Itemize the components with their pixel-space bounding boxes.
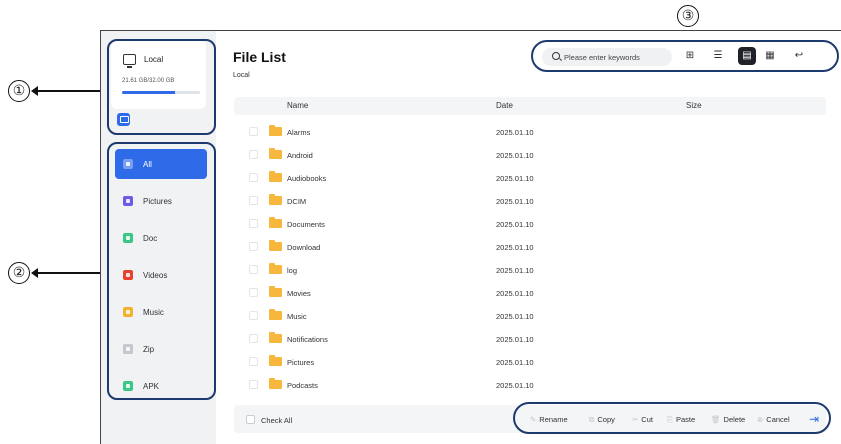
row-name: Documents (287, 220, 325, 229)
row-date: 2025.01.10 (496, 381, 534, 390)
row-name: Podcasts (287, 381, 318, 390)
row-checkbox[interactable] (249, 265, 258, 274)
row-date: 2025.01.10 (496, 312, 534, 321)
folder-icon (269, 309, 282, 320)
row-name: DCIM (287, 197, 307, 206)
folder-icon (269, 217, 282, 228)
row-name: Movies (287, 289, 311, 298)
row-date: 2025.01.10 (496, 266, 534, 275)
table-row[interactable]: Android 2025.01.10 (234, 143, 826, 166)
table-row[interactable]: Documents 2025.01.10 (234, 212, 826, 235)
annotation-outline-storage (107, 39, 216, 135)
annotation-arrow-1 (31, 86, 100, 96)
row-name: Pictures (287, 358, 315, 367)
column-date[interactable]: Date (496, 101, 513, 110)
folder-icon (269, 355, 282, 366)
row-checkbox[interactable] (249, 357, 258, 366)
row-date: 2025.01.10 (496, 128, 534, 137)
annotation-outline-toolbar (531, 40, 839, 72)
row-name: Music (287, 312, 307, 321)
table-row[interactable]: Movies 2025.01.10 (234, 281, 826, 304)
row-checkbox[interactable] (249, 196, 258, 205)
table-row[interactable]: Pictures 2025.01.10 (234, 350, 826, 373)
row-checkbox[interactable] (249, 242, 258, 251)
row-checkbox[interactable] (249, 311, 258, 320)
row-date: 2025.01.10 (496, 289, 534, 298)
folder-icon (269, 240, 282, 251)
annotation-marker-2: ② (8, 262, 30, 284)
row-checkbox[interactable] (249, 288, 258, 297)
table-row[interactable]: DCIM 2025.01.10 (234, 189, 826, 212)
check-all-label[interactable]: Check All (261, 416, 292, 425)
row-name: Download (287, 243, 321, 252)
main-panel: File List Local Please enter keywords ⊞ … (216, 31, 841, 444)
table-row[interactable]: log 2025.01.10 (234, 258, 826, 281)
table-row[interactable]: Music 2025.01.10 (234, 304, 826, 327)
table-row[interactable]: Podcasts 2025.01.10 (234, 373, 826, 396)
folder-icon (269, 171, 282, 182)
row-checkbox[interactable] (249, 380, 258, 389)
folder-icon (269, 194, 282, 205)
annotation-marker-1: ① (8, 80, 30, 102)
row-name: Audiobooks (287, 174, 327, 183)
column-name[interactable]: Name (287, 101, 308, 110)
table-row[interactable]: Notifications 2025.01.10 (234, 327, 826, 350)
row-checkbox[interactable] (249, 150, 258, 159)
table-header: Name Date Size (234, 97, 826, 115)
table-row[interactable]: Alarms 2025.01.10 (234, 120, 826, 143)
row-date: 2025.01.10 (496, 358, 534, 367)
folder-icon (269, 148, 282, 159)
breadcrumb[interactable]: Local (233, 72, 250, 79)
row-date: 2025.01.10 (496, 243, 534, 252)
row-checkbox[interactable] (249, 173, 258, 182)
row-name: Notifications (287, 335, 328, 344)
column-size[interactable]: Size (686, 101, 702, 110)
row-checkbox[interactable] (249, 334, 258, 343)
table-row[interactable]: Audiobooks 2025.01.10 (234, 166, 826, 189)
folder-icon (269, 125, 282, 136)
row-date: 2025.01.10 (496, 197, 534, 206)
check-all-checkbox[interactable] (246, 415, 255, 424)
row-date: 2025.01.10 (496, 174, 534, 183)
annotation-outline-actions (513, 402, 831, 434)
annotation-outline-categories (107, 142, 216, 400)
row-date: 2025.01.10 (496, 151, 534, 160)
row-checkbox[interactable] (249, 219, 258, 228)
row-date: 2025.01.10 (496, 335, 534, 344)
row-name: Android (287, 151, 313, 160)
annotation-marker-3-top: ③ (677, 5, 699, 27)
row-checkbox[interactable] (249, 127, 258, 136)
annotation-arrow-2 (31, 268, 100, 278)
folder-icon (269, 286, 282, 297)
row-name: log (287, 266, 298, 275)
table-row[interactable]: Download 2025.01.10 (234, 235, 826, 258)
folder-icon (269, 378, 282, 389)
row-date: 2025.01.10 (496, 220, 534, 229)
folder-icon (269, 263, 282, 274)
page-title: File List (233, 49, 286, 65)
row-name: Alarms (287, 128, 311, 137)
folder-icon (269, 332, 282, 343)
